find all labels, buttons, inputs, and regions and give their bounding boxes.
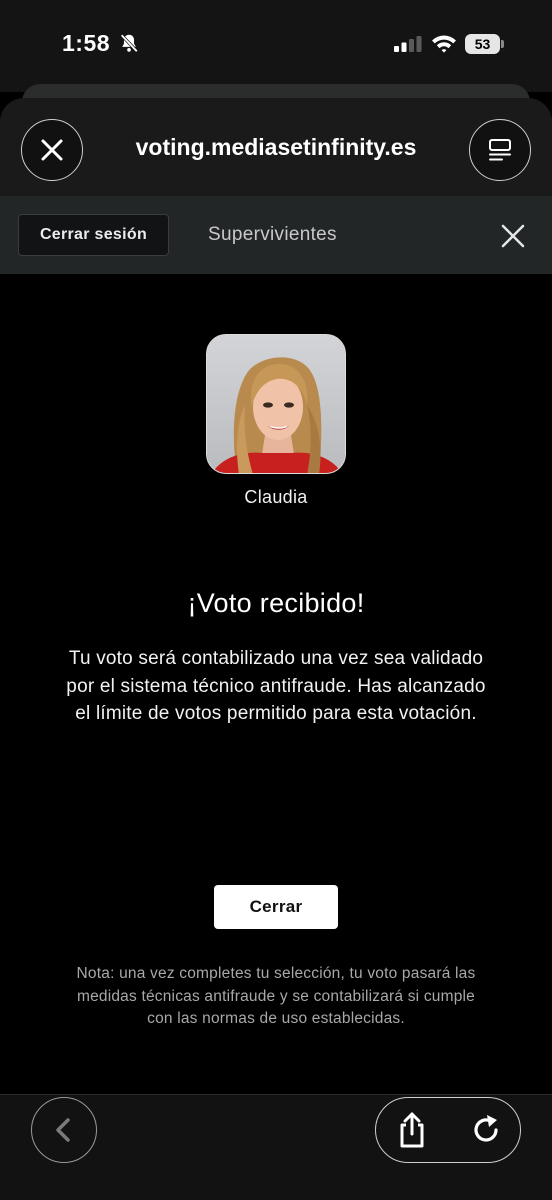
site-nav-bar: Cerrar sesión Supervivientes — [0, 196, 552, 274]
vote-confirmation-title: ¡Voto recibido! — [187, 588, 365, 618]
battery-icon: 53 — [465, 34, 505, 54]
logout-button[interactable]: Cerrar sesión — [18, 214, 169, 256]
browser-close-button[interactable] — [21, 119, 83, 181]
reader-mode-icon — [489, 139, 511, 161]
battery-level: 53 — [465, 34, 500, 54]
bell-muted-icon — [120, 34, 138, 53]
signal-icon — [394, 36, 422, 52]
section-title: Supervivientes — [208, 224, 337, 245]
reload-icon[interactable] — [468, 1112, 504, 1148]
back-icon — [56, 1118, 70, 1142]
vote-confirmation-message: Tu voto será contabilizado una vez sea v… — [66, 648, 486, 724]
share-icon[interactable] — [394, 1111, 430, 1149]
browser-actions-group — [375, 1097, 521, 1163]
status-time: 1:58 — [62, 30, 111, 56]
close-icon — [41, 139, 63, 161]
close-icon[interactable] — [500, 223, 526, 249]
wifi-icon — [432, 35, 456, 53]
browser-url-bar: voting.mediasetinfinity.es — [0, 98, 552, 196]
reader-mode-button[interactable] — [469, 119, 531, 181]
status-bar: 1:58 53 — [0, 0, 552, 92]
close-button[interactable]: Cerrar — [214, 885, 338, 929]
url-text[interactable]: voting.mediasetinfinity.es — [100, 134, 452, 161]
battery-cap — [501, 40, 504, 48]
antifraud-note: Nota: una vez completes tu selección, tu… — [76, 965, 476, 1027]
contestant-photo — [206, 334, 346, 474]
back-button[interactable] — [31, 1097, 97, 1163]
contestant-name: Claudia — [244, 487, 308, 507]
